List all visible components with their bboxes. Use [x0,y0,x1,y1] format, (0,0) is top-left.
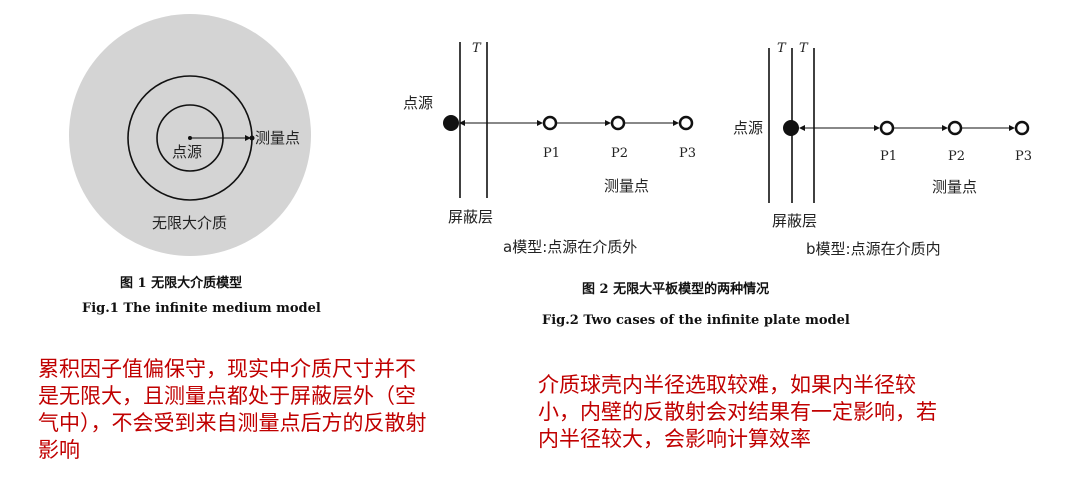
p2-marker [947,120,963,136]
fig1-caption-en: Fig.1 The infinite medium model [82,301,321,316]
shield-label: 屏蔽层 [772,212,817,230]
source-dot [783,120,799,136]
p1-marker [542,115,558,131]
p1-label: P1 [543,146,560,161]
source-label: 点源 [172,143,202,161]
p2-label: P2 [611,146,628,161]
thickness-label-2: T [799,41,809,56]
p3-marker [1014,120,1030,136]
p2-label: P2 [948,149,965,164]
measure-label: 测量点 [604,177,649,195]
p3-label: P3 [1015,149,1032,164]
measure-point [249,135,255,141]
thickness-label: T [472,41,482,56]
fig2-caption-cn: 图 2 无限大平板模型的两种情况 [582,281,769,297]
measure-label: 测量点 [255,129,300,147]
fig2a-source-outside: T 点源 P1 P2 P3 测量点 屏蔽层 a模型:点源在介质外 [403,41,696,256]
note-left: 累积因子值偏保守，现实中介质尺寸并不是无限大，且测量点都处于屏蔽层外（空气中），… [38,357,427,462]
caption-a: a模型:点源在介质外 [503,238,637,256]
slide: 点源 测量点 无限大介质 图 1 无限大介质模型 Fig.1 The infin… [0,0,1072,487]
shield-label: 屏蔽层 [448,208,493,226]
fig2b-source-inside: T T 点源 P1 P2 P3 测量点 屏蔽层 b模型:点源在介质内 [733,41,1032,258]
measure-label: 测量点 [932,178,977,196]
fig1-infinite-medium: 点源 测量点 无限大介质 图 1 无限大介质模型 Fig.1 The infin… [69,14,321,316]
p1-marker [879,120,895,136]
fig2-caption-en: Fig.2 Two cases of the infinite plate mo… [542,313,850,328]
note-right: 介质球壳内半径选取较难，如果内半径较小，内壁的反散射会对结果有一定影响，若内半径… [538,373,937,451]
source-label: 点源 [403,94,433,112]
medium-label: 无限大介质 [152,214,227,232]
thickness-label-1: T [777,41,787,56]
p3-marker [678,115,694,131]
source-dot [443,115,459,131]
source-label: 点源 [733,119,763,137]
p2-marker [610,115,626,131]
p3-label: P3 [679,146,696,161]
caption-b: b模型:点源在介质内 [806,240,941,258]
fig1-caption-cn: 图 1 无限大介质模型 [120,275,242,291]
p1-label: P1 [880,149,897,164]
